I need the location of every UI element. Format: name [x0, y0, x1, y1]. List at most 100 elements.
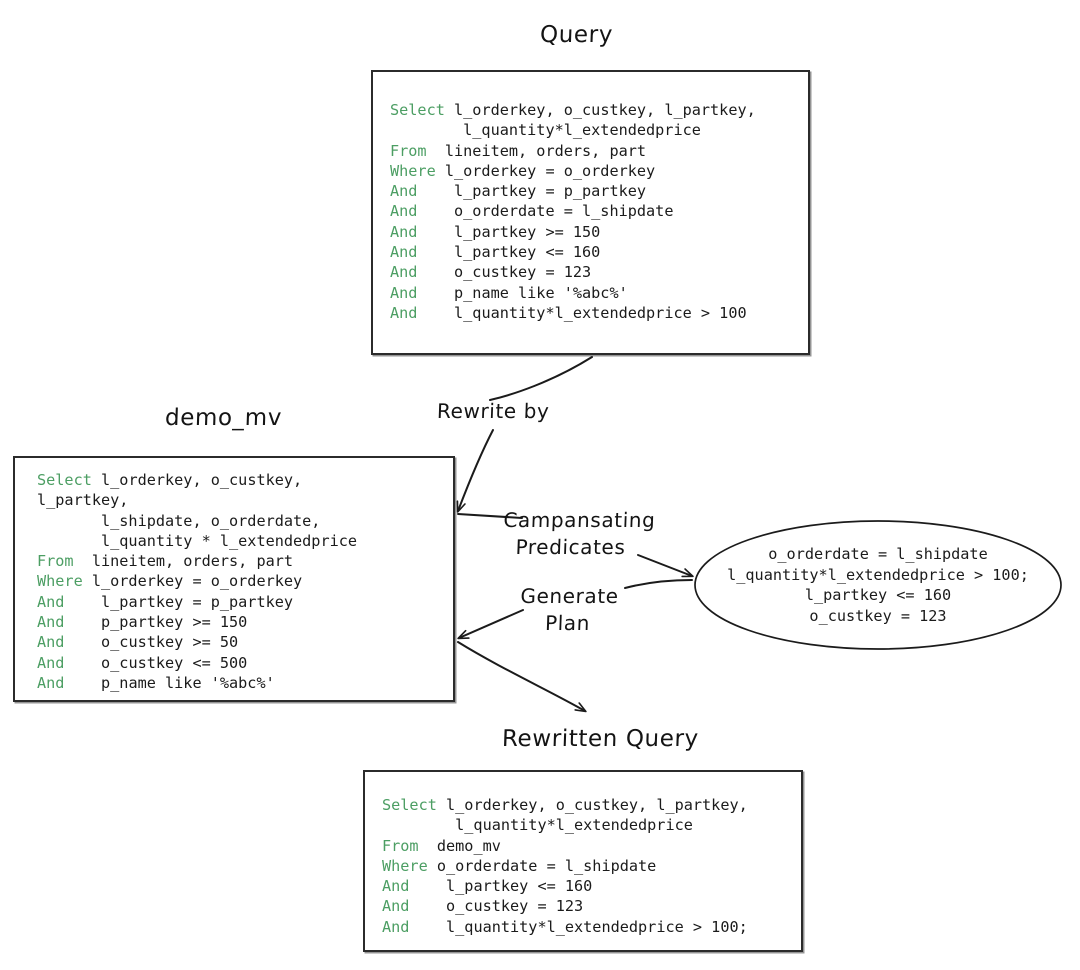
predicate-line: o_custkey = 123: [809, 606, 947, 625]
diagram-canvas: Query Select l_orderkey, o_custkey, l_pa…: [0, 0, 1080, 970]
sql-keyword: And: [37, 613, 65, 632]
sql-keyword: From: [37, 552, 74, 571]
edge-label-generate-plan-line1: Generate: [520, 584, 620, 608]
sql-text: l_shipdate, o_orderdate,: [37, 511, 321, 530]
sql-text: l_partkey = p_partkey: [64, 592, 294, 611]
query-code: Select l_orderkey, o_custkey, l_partkey,…: [390, 100, 756, 323]
code-line: And l_partkey <= 160: [390, 242, 756, 262]
code-line: Select l_orderkey, o_custkey, l_partkey,: [390, 100, 756, 120]
sql-keyword: And: [382, 877, 410, 896]
code-line: Where o_orderdate = l_shipdate: [382, 856, 748, 876]
sql-text: l_orderkey, o_custkey,: [91, 471, 303, 489]
code-line: And p_name like '%abc%': [37, 673, 357, 693]
code-line: From lineitem, orders, part: [390, 141, 756, 161]
arrow-rewrite-by: [489, 356, 593, 401]
sql-keyword: And: [390, 243, 418, 262]
code-line: And o_orderdate = l_shipdate: [390, 201, 756, 221]
arrow-generate-plan-from-ellipse: [624, 579, 693, 589]
sql-text: l_orderkey = o_orderkey: [435, 161, 656, 180]
sql-text: l_orderkey, o_custkey, l_partkey,: [436, 796, 748, 814]
code-line: From lineitem, orders, part: [37, 551, 357, 571]
arrow-compensating-predicates-right: [637, 554, 694, 578]
sql-keyword: Where: [382, 856, 428, 875]
arrow-to-rewritten-query: [457, 641, 587, 713]
code-line: l_partkey,: [37, 490, 357, 510]
sql-keyword: And: [37, 633, 65, 652]
sql-text: l_quantity*l_extendedprice: [390, 121, 701, 140]
sql-text: lineitem, orders, part: [426, 141, 647, 160]
sql-text: o_custkey <= 500: [64, 653, 248, 672]
sql-text: l_partkey = p_partkey: [417, 182, 647, 201]
sql-text: l_partkey,: [37, 491, 129, 510]
arrow-rewrite-by-tail: [456, 429, 494, 513]
sql-text: l_partkey <= 160: [409, 877, 593, 896]
edge-label-generate-plan-line2: Plan: [544, 611, 591, 635]
sql-text: l_orderkey, o_custkey, l_partkey,: [444, 101, 756, 119]
sql-text: demo_mv: [418, 836, 501, 855]
rewritten-query-title: Rewritten Query: [501, 726, 700, 752]
sql-keyword: And: [390, 283, 418, 302]
code-line: Where l_orderkey = o_orderkey: [390, 161, 756, 181]
code-line: l_quantity*l_extendedprice: [382, 815, 748, 835]
sql-text: l_partkey >= 150: [417, 222, 601, 241]
sql-text: o_orderdate = l_shipdate: [417, 202, 674, 221]
sql-text: lineitem, orders, part: [73, 552, 294, 571]
sql-text: o_custkey = 123: [409, 897, 584, 916]
code-line: l_quantity * l_extendedprice: [37, 531, 357, 551]
code-line: l_quantity*l_extendedprice: [390, 120, 756, 140]
code-line: Select l_orderkey, o_custkey,: [37, 470, 357, 490]
sql-keyword: And: [37, 653, 65, 672]
sql-text: l_quantity * l_extendedprice: [37, 531, 358, 550]
query-title: Query: [539, 22, 614, 48]
code-line: And l_quantity*l_extendedprice > 100: [390, 303, 756, 323]
code-line: And l_partkey >= 150: [390, 222, 756, 242]
edge-label-generate-plan: Generate Plan: [519, 583, 620, 637]
sql-text: l_orderkey = o_orderkey: [82, 572, 303, 591]
sql-text: p_name like '%abc%': [64, 673, 275, 692]
code-line: And o_custkey = 123: [382, 896, 748, 916]
compensating-predicates-ellipse: o_orderdate = l_shipdate l_quantity*l_ext…: [693, 519, 1063, 651]
code-line: l_shipdate, o_orderdate,: [37, 511, 357, 531]
sql-keyword: From: [382, 836, 419, 855]
sql-keyword: Select: [37, 471, 92, 489]
sql-keyword: Select: [382, 796, 437, 814]
code-line: And o_custkey >= 50: [37, 632, 357, 652]
edge-label-compensating-predicates: Campansating Predicates: [502, 507, 656, 561]
sql-text: o_custkey = 123: [417, 263, 592, 282]
sql-keyword: And: [382, 897, 410, 916]
sql-text: p_name like '%abc%': [417, 283, 628, 302]
sql-keyword: And: [390, 202, 418, 221]
rewritten-query-code: Select l_orderkey, o_custkey, l_partkey,…: [382, 795, 748, 937]
sql-keyword: From: [390, 141, 427, 160]
sql-text: o_custkey >= 50: [64, 633, 239, 652]
sql-keyword: And: [390, 263, 418, 282]
arrow-generate-plan-to-mv: [457, 609, 524, 640]
demo-mv-code: Select l_orderkey, o_custkey, l_partkey, …: [37, 470, 357, 693]
sql-text: l_partkey <= 160: [417, 243, 601, 262]
predicate-line: o_orderdate = l_shipdate: [768, 545, 988, 563]
sql-keyword: And: [390, 182, 418, 201]
edge-label-compensating-predicates-line2: Predicates: [515, 535, 626, 559]
predicate-line: l_partkey <= 160: [804, 586, 952, 604]
sql-text: p_partkey >= 150: [64, 613, 248, 632]
sql-text: l_quantity*l_extendedprice: [382, 816, 693, 835]
edge-label-rewrite-by: Rewrite by: [436, 399, 550, 423]
code-line: And l_quantity*l_extendedprice > 100;: [382, 917, 748, 937]
sql-keyword: Where: [37, 572, 83, 591]
compensating-predicates-text: o_orderdate = l_shipdate l_quantity*l_ext…: [693, 519, 1063, 651]
edge-label-compensating-predicates-line1: Campansating: [503, 508, 656, 532]
code-line: And l_partkey = p_partkey: [390, 181, 756, 201]
code-line: And o_custkey = 123: [390, 262, 756, 282]
code-line: From demo_mv: [382, 836, 748, 856]
code-line: And l_partkey = p_partkey: [37, 592, 357, 612]
demo-mv-box: Select l_orderkey, o_custkey, l_partkey, …: [13, 456, 455, 702]
code-line: And p_partkey >= 150: [37, 612, 357, 632]
demo-mv-title: demo_mv: [164, 405, 283, 431]
rewritten-query-box: Select l_orderkey, o_custkey, l_partkey,…: [363, 770, 803, 952]
sql-text: o_orderdate = l_shipdate: [427, 856, 657, 875]
sql-keyword: And: [390, 303, 418, 322]
sql-keyword: And: [390, 222, 418, 241]
code-line: And o_custkey <= 500: [37, 653, 357, 673]
sql-text: l_quantity*l_extendedprice > 100: [417, 303, 747, 322]
sql-keyword: And: [382, 917, 410, 936]
